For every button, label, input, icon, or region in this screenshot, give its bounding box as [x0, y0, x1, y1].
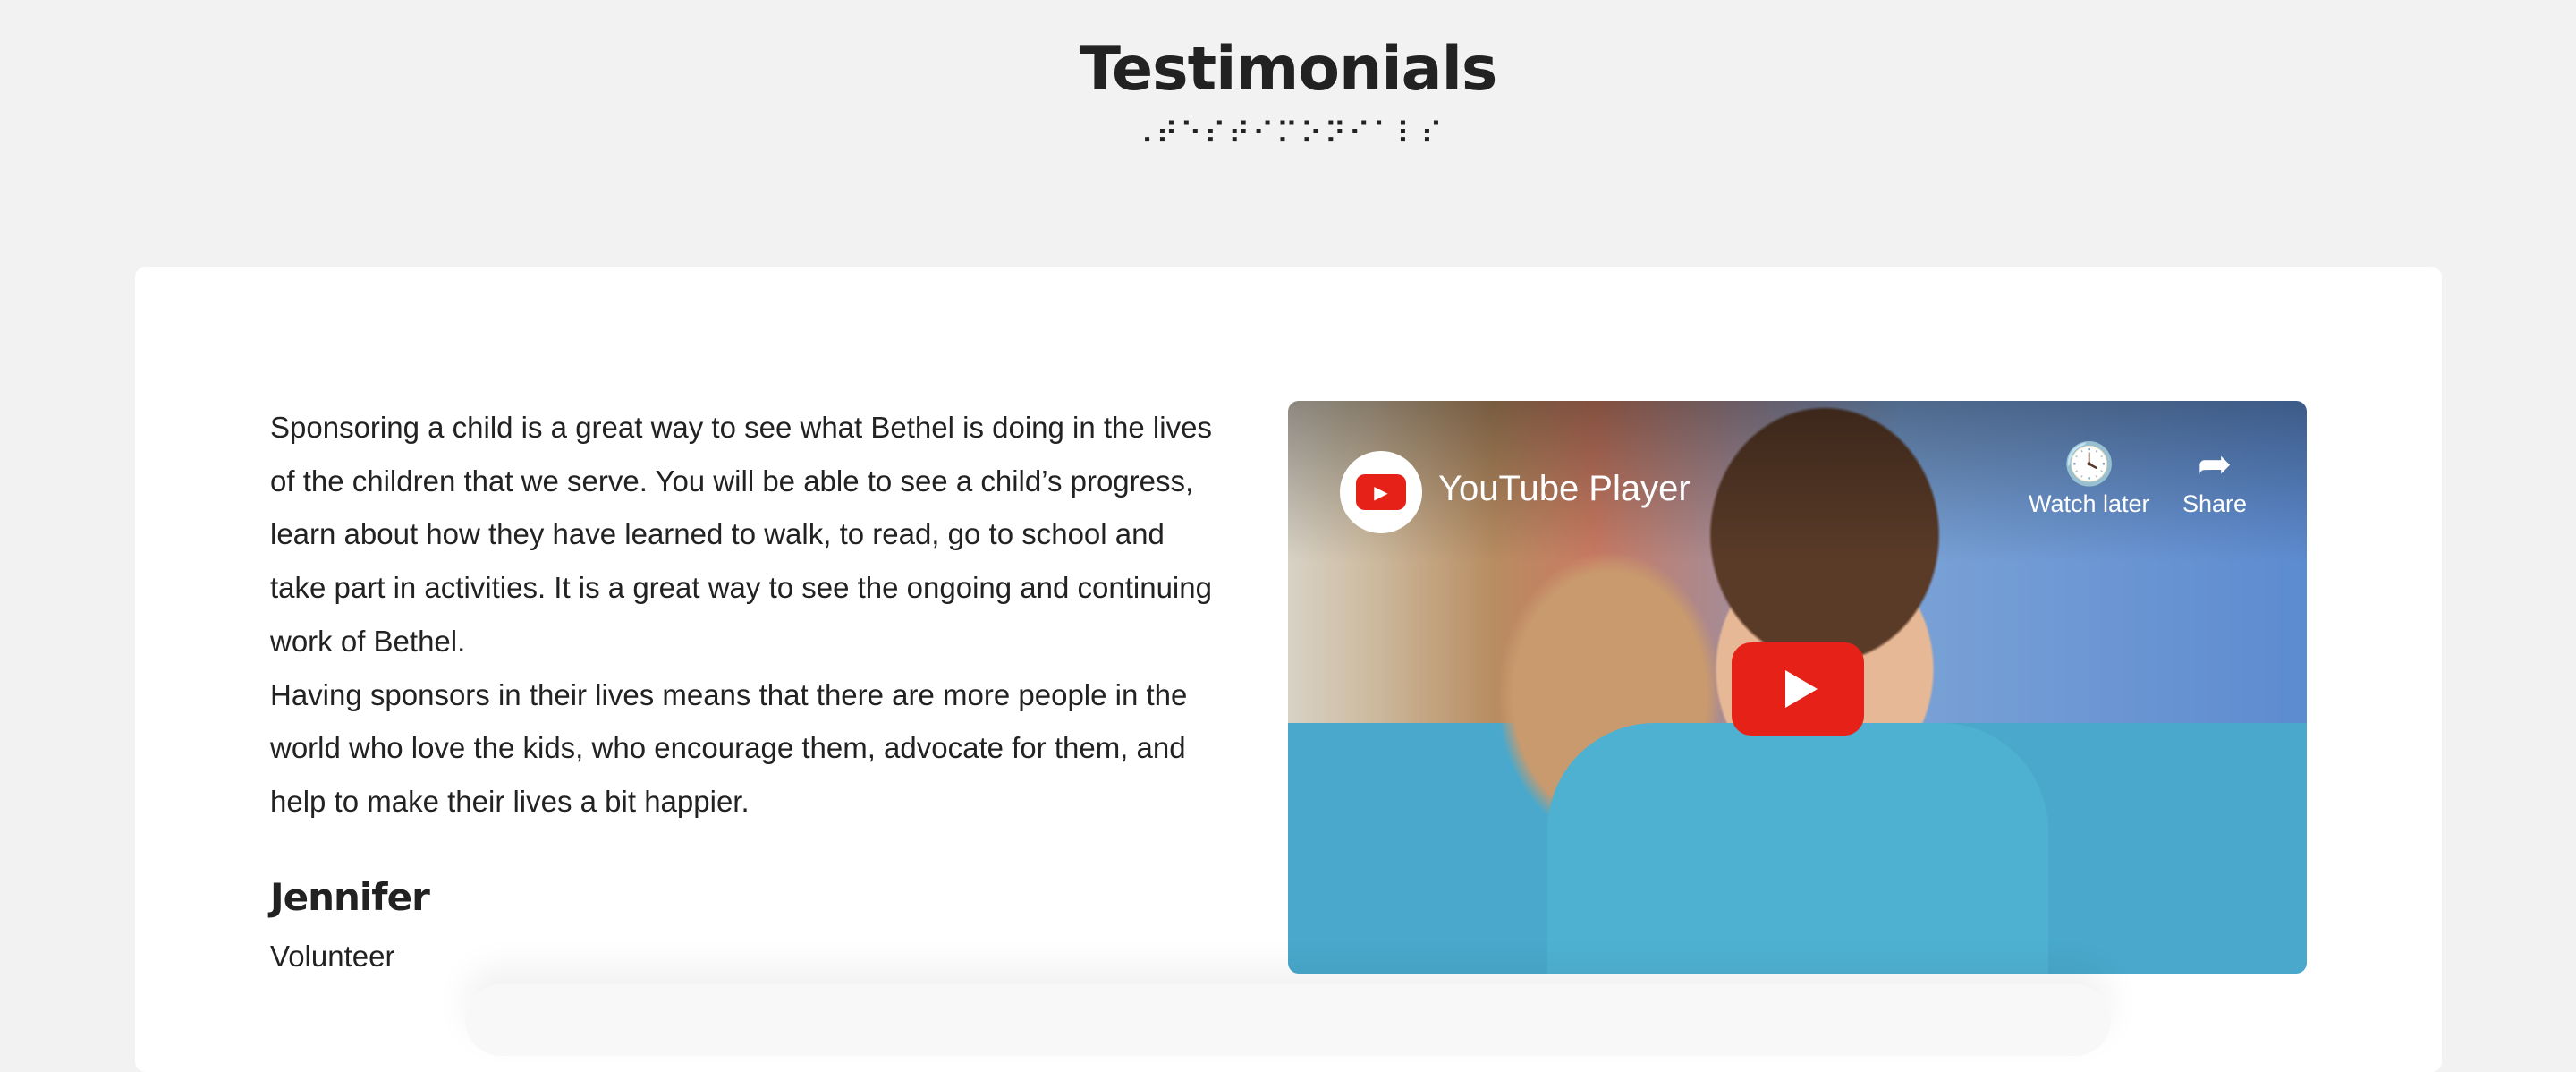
section-title: Testimonials [1079, 34, 1498, 105]
youtube-channel-logo[interactable]: ▶ [1340, 451, 1422, 533]
testimonial-name: Jennifer [270, 875, 430, 919]
testimonial-role: Volunteer [270, 940, 395, 973]
share-label: Share [2182, 490, 2248, 517]
share-arrow-icon: ➦ [2197, 440, 2233, 487]
video-thumbnail-shape [1547, 723, 2048, 974]
youtube-icon: ▶ [1356, 474, 1406, 510]
quote-paragraph: Sponsoring a child is a great way to see… [270, 411, 1212, 658]
video-title[interactable]: YouTube Player [1438, 469, 1690, 509]
youtube-video-embed[interactable]: ▶ YouTube Player 🕓 Watch later ➦ Share [1288, 401, 2307, 974]
play-icon [1785, 670, 1818, 708]
share-button[interactable]: ➦ Share [2182, 437, 2247, 518]
braille-subtitle: ⠠⠞⠑⠎⠞⠊⠍⠕⠝⠊⠁⠇⠎ [1131, 116, 1445, 152]
play-button[interactable] [1732, 642, 1864, 736]
next-card-shadow [465, 984, 2111, 1056]
watch-later-label: Watch later [2029, 490, 2150, 517]
quote-paragraph: Having sponsors in their lives means tha… [270, 677, 1188, 818]
clock-icon: 🕓 [2063, 440, 2115, 487]
testimonial-quote: Sponsoring a child is a great way to see… [270, 401, 1218, 829]
watch-later-button[interactable]: 🕓 Watch later [2029, 437, 2150, 518]
